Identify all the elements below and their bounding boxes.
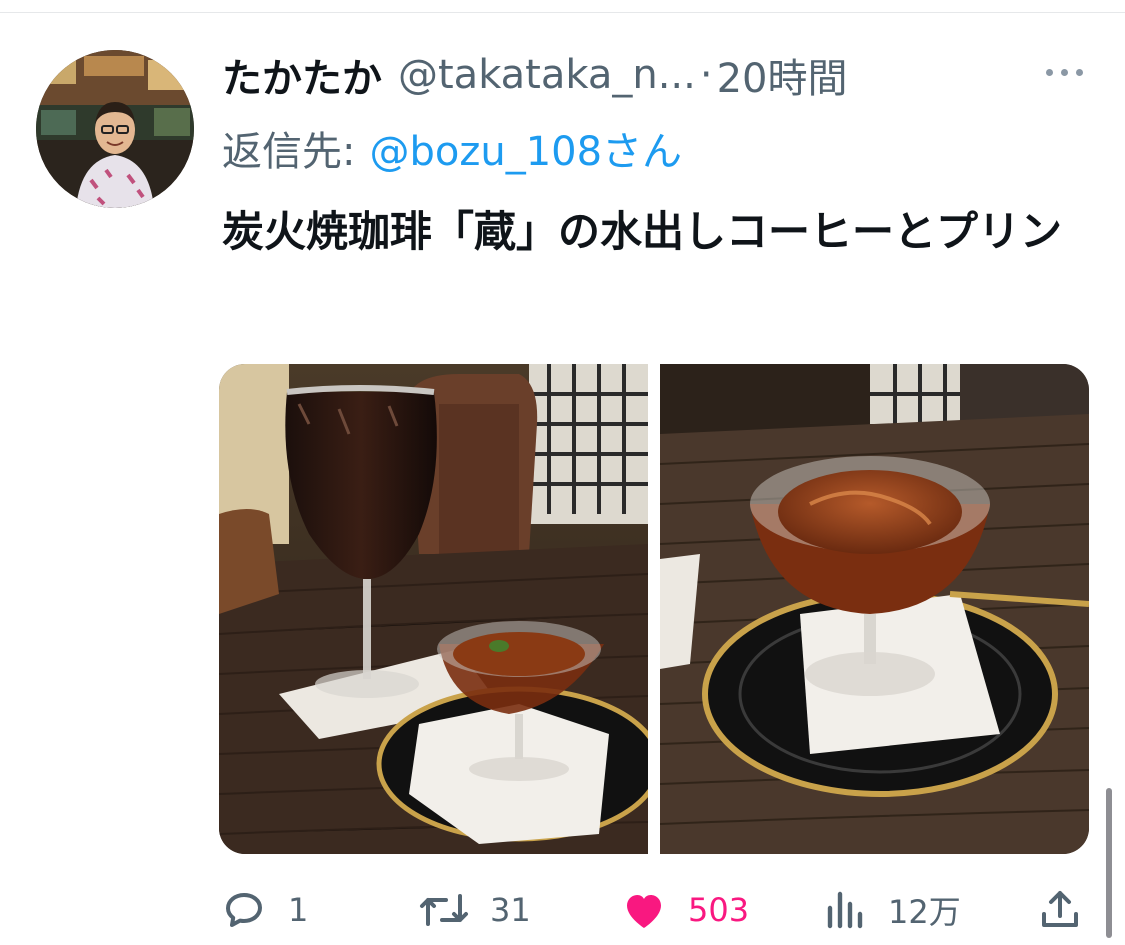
reply-button[interactable]: 1 [220, 878, 308, 942]
scrollbar[interactable] [1106, 788, 1112, 938]
reply-icon [226, 893, 262, 927]
reply-prefix: 返信先: [222, 129, 356, 175]
views-count: 12万 [888, 893, 961, 931]
retweet-icon [420, 894, 468, 926]
share-button[interactable] [1036, 878, 1084, 942]
tweet-text: 炭火焼珈琲「蔵」の水出しコーヒーとプリン [222, 207, 1063, 256]
user-handle[interactable]: @takataka_n... [398, 52, 696, 98]
reply-context: 返信先: @bozu_108さん [222, 118, 682, 178]
reply-count: 1 [288, 891, 309, 929]
more-dot [1045, 68, 1053, 76]
tweet-header: たかたか @takataka_n... · 20時間 [222, 44, 847, 106]
divider [0, 12, 1125, 13]
more-dot [1060, 68, 1068, 76]
action-bar: 1 31 503 12万 [0, 878, 1125, 942]
avatar[interactable] [36, 50, 194, 208]
separator: · [699, 52, 713, 98]
timestamp[interactable]: 20時間 [717, 46, 848, 104]
photo-coffee-and-pudding[interactable] [219, 364, 648, 854]
display-name[interactable]: たかたか [222, 46, 382, 104]
retweet-count: 31 [490, 891, 531, 929]
photo-pudding[interactable] [660, 364, 1089, 854]
like-count: 503 [688, 891, 750, 929]
more-dot [1075, 68, 1083, 76]
more-icon[interactable] [1040, 60, 1088, 84]
media-grid [219, 364, 1089, 854]
views-icon [827, 891, 863, 929]
share-icon [1042, 891, 1078, 927]
like-button[interactable]: 503 [620, 878, 749, 942]
retweet-button[interactable]: 31 [418, 878, 531, 942]
heart-icon [627, 895, 661, 928]
views-button[interactable]: 12万 [820, 878, 961, 942]
reply-target-link[interactable]: @bozu_108さん [369, 119, 682, 177]
